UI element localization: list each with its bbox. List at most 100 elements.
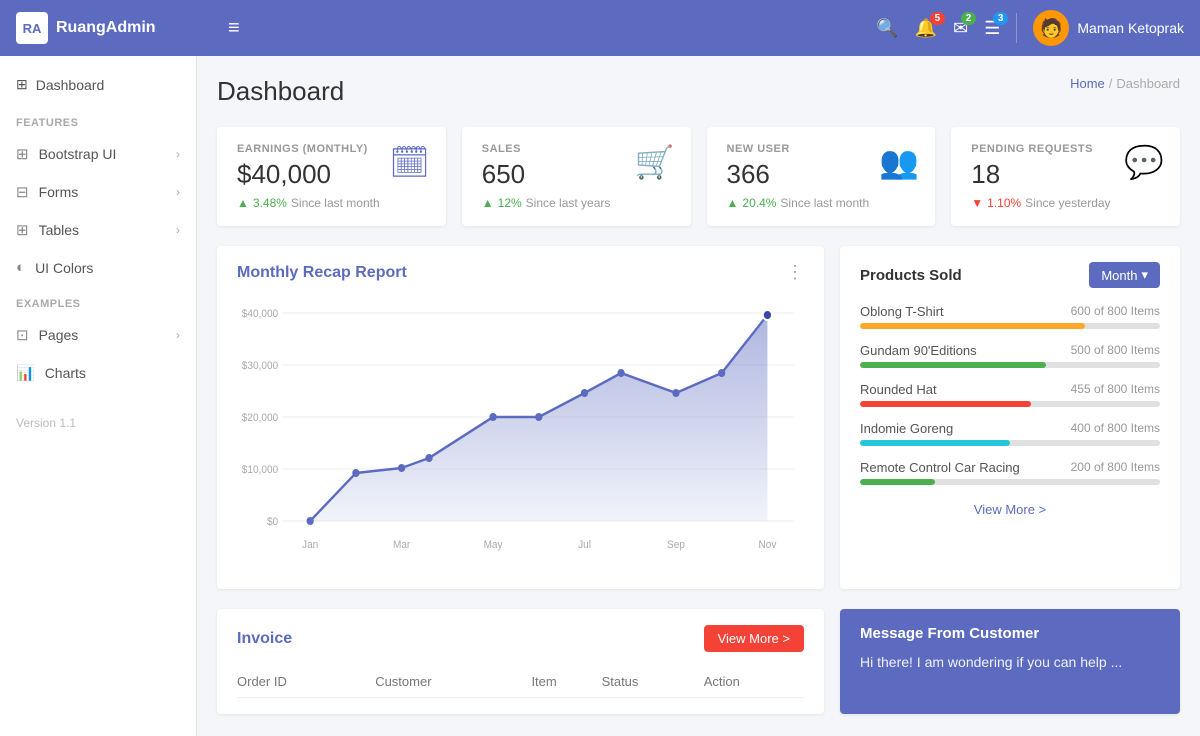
- chevron-right-icon: ›: [176, 147, 180, 161]
- notifications-button[interactable]: 🔔 5: [915, 18, 937, 39]
- message-icon: 💬: [1124, 143, 1164, 181]
- earnings-icon: 🗓: [389, 143, 430, 181]
- avatar: 🧑: [1033, 10, 1069, 46]
- middle-row: Monthly Recap Report ⋮ $40,000 $30,000: [217, 246, 1180, 589]
- sidebar-item-label: UI Colors: [35, 260, 93, 276]
- product-name: Remote Control Car Racing: [860, 460, 1020, 475]
- chart-header: Monthly Recap Report ⋮: [237, 262, 804, 283]
- dashboard-icon: ⊞: [16, 76, 28, 93]
- invoice-header: Invoice View More >: [237, 625, 804, 652]
- products-card: Products Sold Month ▾ Oblong T-Shirt 600…: [840, 246, 1180, 589]
- page-title: Dashboard: [217, 76, 344, 107]
- product-count: 600 of 800 Items: [1071, 304, 1160, 319]
- ui-colors-icon: ◐: [16, 259, 25, 276]
- sidebar: ⊞ Dashboard FEATURES ⊞ Bootstrap UI › ⊟ …: [0, 56, 197, 736]
- up-arrow-icon: ▲: [727, 196, 739, 210]
- svg-text:$0: $0: [267, 516, 278, 529]
- progress-bar-bg: [860, 440, 1160, 446]
- progress-bar-bg: [860, 401, 1160, 407]
- sidebar-version: Version 1.1: [0, 400, 196, 446]
- chart-area: $40,000 $30,000 $20,000 $10,000 $0 Jan M…: [237, 293, 804, 573]
- progress-fill: [860, 362, 1046, 368]
- stat-since: Since last month: [291, 196, 380, 210]
- sidebar-item-ui-colors[interactable]: ◐ UI Colors: [0, 249, 196, 286]
- examples-section-title: EXAMPLES: [0, 286, 196, 316]
- chart-menu-button[interactable]: ⋮: [786, 262, 804, 283]
- sidebar-item-label: Pages: [39, 327, 79, 343]
- chevron-right-icon: ›: [176, 223, 180, 237]
- invoice-view-more-button[interactable]: View More >: [704, 625, 804, 652]
- svg-text:Nov: Nov: [758, 539, 777, 552]
- stat-since: Since last month: [780, 196, 869, 210]
- features-section-title: FEATURES: [0, 105, 196, 135]
- svg-text:Sep: Sep: [667, 539, 685, 552]
- tasks-button[interactable]: ☰ 3: [984, 18, 1000, 39]
- stat-change-value: 3.48%: [253, 196, 287, 210]
- sidebar-toggle[interactable]: ≡: [212, 17, 256, 40]
- progress-fill: [860, 401, 1031, 407]
- progress-fill: [860, 479, 935, 485]
- product-item: Oblong T-Shirt 600 of 800 Items: [860, 304, 1160, 329]
- product-item: Rounded Hat 455 of 800 Items: [860, 382, 1160, 407]
- chart-title: Monthly Recap Report: [237, 264, 407, 282]
- bottom-row: Invoice View More > Order ID Customer It…: [217, 609, 1180, 714]
- sidebar-item-dashboard[interactable]: ⊞ Dashboard: [0, 64, 196, 105]
- products-header: Products Sold Month ▾: [860, 262, 1160, 288]
- sidebar-dashboard-label: Dashboard: [36, 77, 105, 93]
- view-more-link: View More >: [860, 501, 1160, 519]
- stat-card-sales: SALES 650 ▲ 12% Since last years 🛒: [462, 127, 691, 226]
- main-layout: ⊞ Dashboard FEATURES ⊞ Bootstrap UI › ⊟ …: [0, 56, 1200, 736]
- chevron-right-icon: ›: [176, 328, 180, 342]
- svg-text:$40,000: $40,000: [242, 308, 278, 321]
- user-icon: 👥: [879, 143, 919, 181]
- month-filter-button[interactable]: Month ▾: [1089, 262, 1160, 288]
- message-card: Message From Customer Hi there! I am won…: [840, 609, 1180, 714]
- svg-text:May: May: [484, 539, 504, 552]
- search-button[interactable]: 🔍: [876, 18, 898, 39]
- stat-card-newuser: NEW USER 366 ▲ 20.4% Since last month 👥: [707, 127, 936, 226]
- breadcrumb-separator: /: [1109, 76, 1113, 91]
- stat-since: Since yesterday: [1025, 196, 1110, 210]
- col-order-id: Order ID: [237, 666, 375, 698]
- page-header: Dashboard Home / Dashboard: [217, 76, 1180, 107]
- product-item: Remote Control Car Racing 200 of 800 Ite…: [860, 460, 1160, 485]
- sidebar-item-label: Bootstrap UI: [39, 146, 117, 162]
- sidebar-item-bootstrap-ui[interactable]: ⊞ Bootstrap UI ›: [0, 135, 196, 173]
- brand: RA RuangAdmin: [16, 12, 212, 44]
- sidebar-item-label: Charts: [45, 365, 86, 381]
- svg-text:$30,000: $30,000: [242, 360, 278, 373]
- messages-button[interactable]: ✉ 2: [953, 18, 968, 39]
- breadcrumb-current: Dashboard: [1116, 76, 1180, 91]
- stat-change-value: 1.10%: [987, 196, 1021, 210]
- sidebar-item-pages[interactable]: ⊡ Pages ›: [0, 316, 196, 354]
- brand-logo: RA: [16, 12, 48, 44]
- sidebar-item-label: Forms: [39, 184, 79, 200]
- chevron-down-icon: ▾: [1141, 267, 1148, 283]
- products-title: Products Sold: [860, 267, 962, 284]
- sidebar-item-charts[interactable]: 📊 Charts: [0, 354, 196, 392]
- breadcrumb-home[interactable]: Home: [1070, 76, 1105, 91]
- product-count: 200 of 800 Items: [1071, 460, 1160, 475]
- nav-divider: [1016, 13, 1017, 43]
- invoice-card: Invoice View More > Order ID Customer It…: [217, 609, 824, 714]
- down-arrow-icon: ▼: [971, 196, 983, 210]
- sidebar-item-forms[interactable]: ⊟ Forms ›: [0, 173, 196, 211]
- stat-change: ▲ 3.48% Since last month: [237, 196, 426, 210]
- sidebar-item-label: Tables: [39, 222, 79, 238]
- col-customer: Customer: [375, 666, 531, 698]
- stat-change: ▲ 20.4% Since last month: [727, 196, 916, 210]
- product-count: 500 of 800 Items: [1071, 343, 1160, 358]
- product-name: Rounded Hat: [860, 382, 937, 397]
- message-title: Message From Customer: [860, 625, 1160, 642]
- product-name: Indomie Goreng: [860, 421, 953, 436]
- col-status: Status: [602, 666, 704, 698]
- view-more-button[interactable]: View More >: [974, 502, 1046, 517]
- sidebar-item-tables[interactable]: ⊞ Tables ›: [0, 211, 196, 249]
- product-name: Oblong T-Shirt: [860, 304, 944, 319]
- navbar: RA RuangAdmin ≡ 🔍 🔔 5 ✉ 2 ☰ 3 🧑 Maman Ke…: [0, 0, 1200, 56]
- svg-text:$10,000: $10,000: [242, 464, 278, 477]
- user-menu[interactable]: 🧑 Maman Ketoprak: [1033, 10, 1184, 46]
- sales-icon: 🛒: [635, 143, 675, 181]
- col-action: Action: [704, 666, 804, 698]
- progress-bar-bg: [860, 479, 1160, 485]
